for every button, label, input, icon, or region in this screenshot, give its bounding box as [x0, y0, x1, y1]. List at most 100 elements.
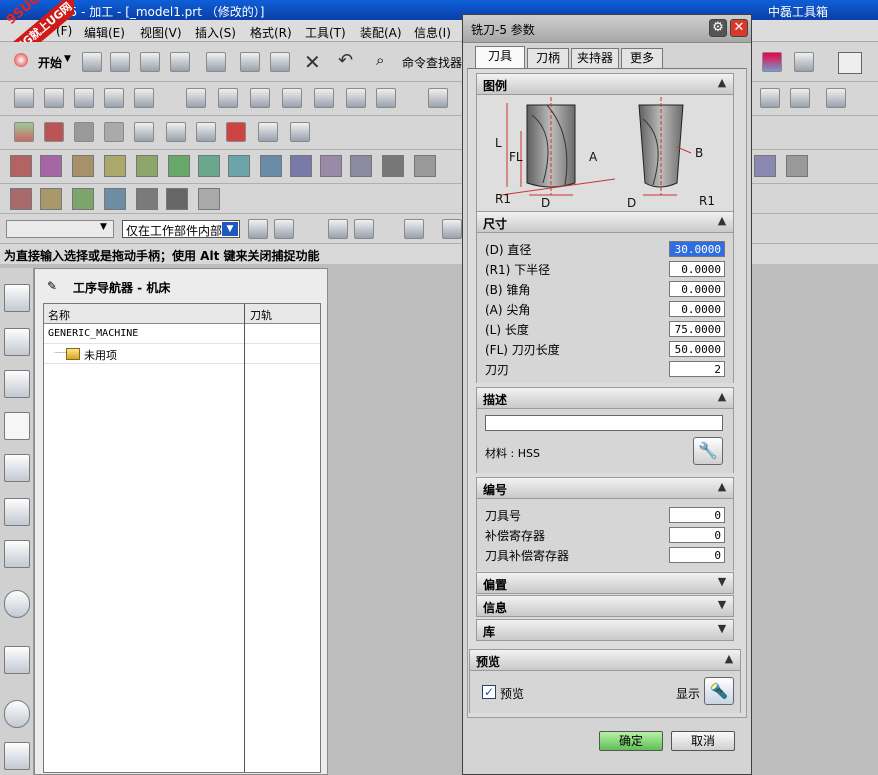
- lower-radius-input[interactable]: [669, 261, 725, 277]
- layer-icon[interactable]: [166, 122, 186, 142]
- tab-more[interactable]: 更多: [621, 48, 663, 68]
- background-color-icon[interactable]: [838, 52, 862, 74]
- menu-insert[interactable]: 插入(S): [195, 24, 236, 41]
- shaded-icon[interactable]: [44, 122, 64, 142]
- swatch-green[interactable]: [136, 155, 158, 177]
- swatch-gray2[interactable]: [414, 155, 436, 177]
- cancel-button[interactable]: 取消: [671, 731, 735, 751]
- swatch-blue[interactable]: [260, 155, 282, 177]
- postprocess-icon[interactable]: [790, 88, 810, 108]
- color-icon[interactable]: [226, 122, 246, 142]
- close-icon[interactable]: ✕: [730, 19, 748, 37]
- part-navigator-icon[interactable]: [794, 52, 814, 72]
- swatch-green2[interactable]: [168, 155, 190, 177]
- chevron-up-icon[interactable]: ▲: [715, 76, 729, 90]
- section-legend[interactable]: 图例 ▲: [476, 73, 734, 95]
- create-operation-icon[interactable]: [134, 88, 154, 108]
- palette-icon[interactable]: [4, 540, 30, 568]
- shop-doc-icon[interactable]: [826, 88, 846, 108]
- replay-toolpath-icon[interactable]: [376, 88, 396, 108]
- cut-object-icon[interactable]: [218, 88, 238, 108]
- print-icon[interactable]: [170, 52, 190, 72]
- eraser-icon[interactable]: [328, 219, 348, 239]
- section-offset[interactable]: 偏置 ▼: [476, 572, 734, 594]
- snap-point-icon[interactable]: [274, 219, 294, 239]
- web-browser-icon[interactable]: [4, 646, 30, 674]
- preview-checkbox[interactable]: ✓: [482, 685, 496, 699]
- selection-tool-icon[interactable]: [248, 219, 268, 239]
- render-style-icon[interactable]: [14, 122, 34, 142]
- grid-icon[interactable]: [196, 122, 216, 142]
- flute-length-input[interactable]: [669, 341, 725, 357]
- type-filter-select[interactable]: [6, 220, 114, 238]
- operation-navigator-icon[interactable]: [4, 412, 30, 440]
- flutes-input[interactable]: [669, 361, 725, 377]
- taper-angle-input[interactable]: [669, 281, 725, 297]
- swatch-tan[interactable]: [72, 155, 94, 177]
- open-folder-icon[interactable]: [110, 52, 130, 72]
- assembly-navigator-icon[interactable]: [4, 284, 30, 312]
- chevron-down-icon[interactable]: ▼: [64, 54, 71, 64]
- generate-toolpath-icon[interactable]: [346, 88, 366, 108]
- copy-object-icon[interactable]: [250, 88, 270, 108]
- chevron-down-icon[interactable]: ▼: [715, 575, 729, 589]
- swatch-indigo[interactable]: [290, 155, 312, 177]
- swatch-moss[interactable]: [72, 188, 94, 210]
- section-dimensions[interactable]: 尺寸 ▲: [476, 211, 734, 233]
- display-icon[interactable]: [258, 122, 278, 142]
- swatch-dark[interactable]: [166, 188, 188, 210]
- swatch-lavender2[interactable]: [754, 155, 776, 177]
- swatch-olive[interactable]: [104, 155, 126, 177]
- info-icon[interactable]: [4, 590, 30, 618]
- swatch-cyan[interactable]: [228, 155, 250, 177]
- swatch-lavender[interactable]: [350, 155, 372, 177]
- tab-tool[interactable]: 刀具: [475, 46, 525, 69]
- swatch-violet[interactable]: [320, 155, 342, 177]
- column-separator[interactable]: [244, 304, 245, 772]
- chevron-down-icon[interactable]: ▼: [222, 222, 238, 236]
- constraint-navigator-icon[interactable]: [4, 328, 30, 356]
- chevron-down-icon[interactable]: ▼: [100, 222, 107, 232]
- menu-info[interactable]: 信息(I): [414, 24, 451, 41]
- column-header-toolpath[interactable]: 刀轨: [250, 307, 272, 323]
- layer-settings-icon[interactable]: [290, 122, 310, 142]
- adjust-register-input[interactable]: [669, 527, 725, 543]
- swatch-gray[interactable]: [382, 155, 404, 177]
- description-input[interactable]: [485, 415, 723, 431]
- view-cube-icon[interactable]: [762, 52, 782, 72]
- section-library[interactable]: 库 ▼: [476, 619, 734, 641]
- menu-assembly[interactable]: 装配(A): [360, 24, 402, 41]
- verify-toolpath-icon[interactable]: [428, 88, 448, 108]
- save-icon[interactable]: [140, 52, 160, 72]
- history-icon[interactable]: [4, 700, 30, 728]
- section-preview[interactable]: 预览 ▲: [469, 649, 741, 671]
- chevron-down-icon[interactable]: ▼: [715, 622, 729, 636]
- create-tool-icon[interactable]: [44, 88, 64, 108]
- swatch-teal[interactable]: [198, 155, 220, 177]
- wireframe-icon[interactable]: [104, 122, 124, 142]
- paste-object-icon[interactable]: [282, 88, 302, 108]
- ok-button[interactable]: 确定: [599, 731, 663, 751]
- swatch-gray3[interactable]: [786, 155, 808, 177]
- table-row[interactable]: GENERIC_MACHINE: [44, 324, 320, 344]
- machine-tool-navigator-icon[interactable]: [4, 454, 30, 482]
- swatch-charcoal[interactable]: [136, 188, 158, 210]
- cut-icon[interactable]: [206, 52, 226, 72]
- chevron-up-icon[interactable]: ▲: [722, 652, 736, 666]
- swatch-steel[interactable]: [104, 188, 126, 210]
- chevron-up-icon[interactable]: ▲: [715, 480, 729, 494]
- table-row[interactable]: ┈┈ 未用项: [44, 344, 320, 364]
- wrench-icon[interactable]: 🔧: [693, 437, 723, 465]
- menu-edit[interactable]: 编辑(E): [84, 24, 125, 41]
- tool-number-input[interactable]: [669, 507, 725, 523]
- diameter-input[interactable]: [669, 241, 725, 257]
- paste-icon[interactable]: [270, 52, 290, 72]
- column-header-name[interactable]: 名称: [48, 307, 70, 323]
- scissors-icon[interactable]: [354, 219, 374, 239]
- tab-holder-shank[interactable]: 刀柄: [527, 48, 569, 68]
- swatch-light[interactable]: [198, 188, 220, 210]
- swatch-red[interactable]: [10, 155, 32, 177]
- shaded-edges-icon[interactable]: [74, 122, 94, 142]
- length-input[interactable]: [669, 321, 725, 337]
- point-filter-icon[interactable]: [442, 219, 462, 239]
